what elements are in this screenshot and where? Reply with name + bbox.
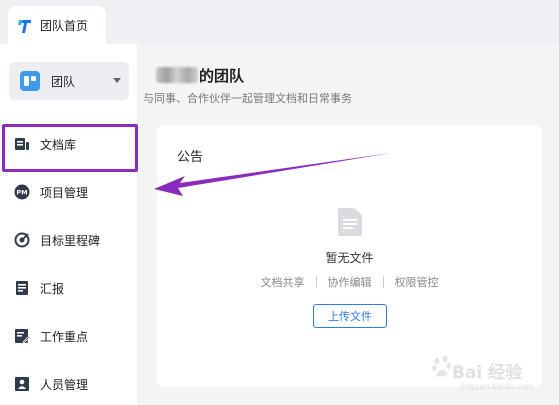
sidebar-item-label: 人员管理 xyxy=(40,377,89,392)
sidebar-item-label: 项目管理 xyxy=(40,185,89,200)
sidebar-item-milestones[interactable]: 目标里程碑 xyxy=(0,220,137,260)
sidebar-item-people-management[interactable]: 人员管理 xyxy=(0,364,137,404)
pm-icon: PM xyxy=(14,184,30,200)
feature-item: 权限管控 xyxy=(394,276,439,289)
sidebar-item-work-priorities[interactable]: 工作重点 xyxy=(0,316,137,356)
announcement-card: 公告 暂无文件 文档共享 协作编辑 权限管控 上传文件 xyxy=(157,125,542,387)
feature-list: 文档共享 协作编辑 权限管控 xyxy=(157,274,542,290)
file-icon xyxy=(338,208,362,236)
page-subtitle: 与同事、合作伙伴一起管理文档和日常事务 xyxy=(143,92,352,105)
card-title: 公告 xyxy=(177,150,204,165)
top-tab-bar: 团队首页 xyxy=(0,0,559,44)
svg-text:PM: PM xyxy=(16,189,27,197)
watermark-text: Bai 经验 xyxy=(452,363,523,383)
feature-item: 协作编辑 xyxy=(327,276,372,289)
sidebar-item-label: 工作重点 xyxy=(40,329,89,344)
empty-state-text: 暂无文件 xyxy=(325,251,374,265)
tab-team-home-label: 团队首页 xyxy=(40,18,89,33)
app-logo-icon xyxy=(18,20,31,33)
feature-item: 文档共享 xyxy=(260,276,305,289)
divider xyxy=(382,276,384,288)
team-icon xyxy=(20,71,40,91)
upload-file-button[interactable]: 上传文件 xyxy=(313,304,387,328)
page-title: 的团队 xyxy=(156,64,244,86)
sidebar-item-project-management[interactable]: PM 项目管理 xyxy=(0,172,137,212)
redacted-name xyxy=(156,67,198,83)
divider xyxy=(315,276,317,288)
sidebar-item-label: 汇报 xyxy=(40,281,65,296)
sidebar: 团队 文档库 PM 项目管理 目标里程碑 汇报 工作重点 人员管理 xyxy=(0,44,137,405)
page-title-text: 的团队 xyxy=(199,66,245,85)
team-name: 团队 xyxy=(51,74,76,89)
people-icon xyxy=(14,376,30,392)
sidebar-item-label: 目标里程碑 xyxy=(40,233,101,248)
watermark-logo: Bai 经验 jingyan.baidu.com xyxy=(430,352,555,398)
target-icon xyxy=(14,232,30,248)
priority-icon xyxy=(14,328,30,344)
watermark-subtext: jingyan.baidu.com xyxy=(460,382,534,391)
chevron-down-icon xyxy=(113,78,121,83)
highlight-annotation xyxy=(2,124,138,172)
tab-team-home[interactable]: 团队首页 xyxy=(8,6,106,44)
sidebar-item-report[interactable]: 汇报 xyxy=(0,268,137,308)
report-icon xyxy=(14,280,30,296)
team-selector[interactable]: 团队 xyxy=(9,62,129,100)
